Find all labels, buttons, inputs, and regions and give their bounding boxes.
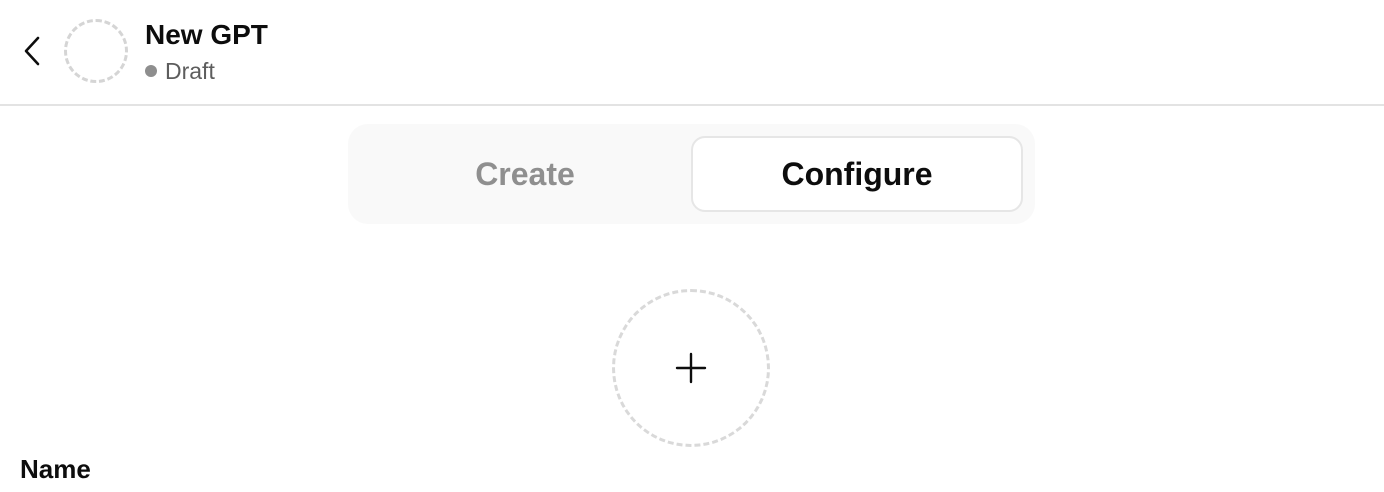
gpt-editor-page: New GPT Draft Create Configure Name (0, 0, 1384, 492)
page-title: New GPT (145, 19, 268, 50)
status-indicator: Draft (145, 57, 215, 85)
tab-create[interactable]: Create (360, 136, 690, 212)
gpt-avatar-placeholder (64, 19, 128, 83)
tab-configure[interactable]: Configure (691, 136, 1023, 212)
status-dot (145, 65, 157, 77)
chevron-left-icon (24, 36, 40, 66)
back-button[interactable] (14, 30, 50, 72)
avatar-upload-button[interactable] (612, 289, 770, 447)
mode-tabs: Create Configure (348, 124, 1035, 224)
header: New GPT Draft (0, 0, 1384, 106)
status-label: Draft (165, 57, 215, 84)
name-field-label: Name (20, 454, 91, 484)
plus-icon (675, 352, 707, 384)
